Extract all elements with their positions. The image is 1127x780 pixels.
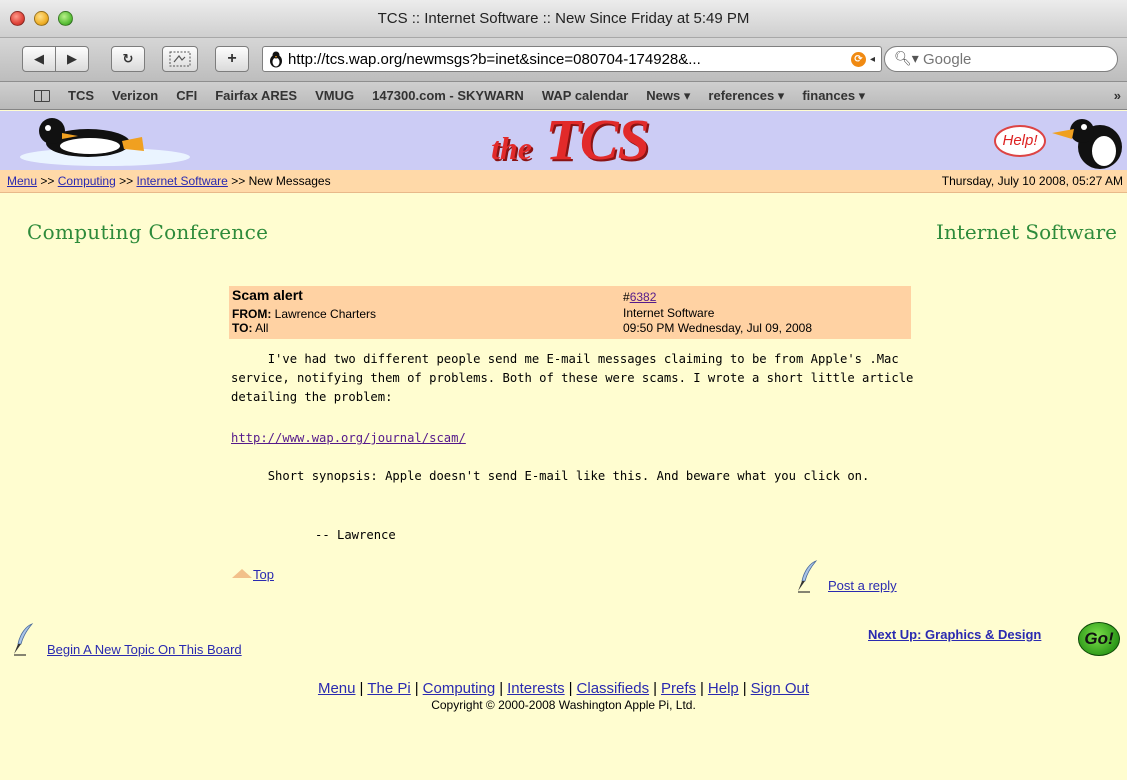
- scam-article-link[interactable]: http://www.wap.org/journal/scam/: [231, 431, 466, 445]
- breadcrumb-bar: Menu >> Computing >> Internet Software >…: [0, 170, 1127, 193]
- bookmarks-bar: TCS Verizon CFI Fairfax ARES VMUG 147300…: [0, 82, 1127, 110]
- footer-classifieds-link[interactable]: Classifieds: [577, 680, 650, 697]
- search-icon: 🔍︎▾: [894, 50, 919, 66]
- post-reply-container: Post a reply: [828, 578, 897, 593]
- breadcrumb-menu-link[interactable]: Menu: [7, 174, 37, 188]
- board-title: Internet Software: [936, 220, 1117, 244]
- penguin-favicon-icon: [270, 51, 282, 68]
- post-reply-link[interactable]: Post a reply: [828, 578, 897, 593]
- address-bar[interactable]: http://tcs.wap.org/newmsgs?b=inet&since=…: [262, 46, 882, 72]
- footer-computing-link[interactable]: Computing: [423, 680, 496, 697]
- message-from: FROM: Lawrence Charters: [232, 307, 376, 321]
- message-number: #6382: [623, 290, 657, 304]
- message-date: 09:50 PM Wednesday, Jul 09, 2008: [623, 321, 813, 335]
- footer-interests-link[interactable]: Interests: [507, 680, 565, 697]
- bookmark-vmug[interactable]: VMUG: [315, 88, 354, 103]
- message-header: Scam alert FROM: Lawrence Charters TO: A…: [229, 286, 911, 339]
- bookmark-finances-folder[interactable]: finances ▾: [802, 88, 865, 104]
- bookmark-cfi[interactable]: CFI: [176, 88, 197, 103]
- top-link[interactable]: Top: [253, 567, 274, 582]
- footer-the-pi-link[interactable]: The Pi: [367, 680, 410, 697]
- breadcrumb-current: New Messages: [248, 174, 331, 188]
- footer-nav: Menu | The Pi | Computing | Interests | Classifi…: [317, 680, 810, 697]
- quill-pen-icon: [14, 623, 34, 656]
- message-body-link: http://www.wap.org/journal/scam/: [231, 429, 466, 448]
- message-to: TO: All: [232, 321, 268, 335]
- rss-icon[interactable]: ⟳: [851, 52, 866, 67]
- footer-sign-out-link[interactable]: Sign Out: [751, 680, 809, 697]
- bookmark-skywarn[interactable]: 147300.com - SKYWARN: [372, 88, 524, 103]
- help-bubble[interactable]: Help!: [994, 125, 1046, 157]
- breadcrumb-computing-link[interactable]: Computing: [58, 174, 116, 188]
- to-label: TO:: [232, 321, 253, 335]
- up-arrow-icon: [232, 569, 252, 578]
- breadcrumb-separator: >>: [231, 174, 246, 188]
- next-up-container: Next Up: Graphics & Design: [868, 627, 1041, 642]
- sledding-penguin-logo[interactable]: [10, 115, 190, 167]
- current-datetime: Thursday, July 10 2008, 05:27 AM: [941, 174, 1123, 188]
- footer-prefs-link[interactable]: Prefs: [661, 680, 696, 697]
- breadcrumb: Menu >> Computing >> Internet Software >…: [7, 174, 331, 188]
- footer-menu-link[interactable]: Menu: [318, 680, 356, 697]
- to-value: All: [255, 321, 269, 335]
- new-topic-container: Begin A New Topic On This Board: [47, 642, 242, 657]
- copyright: Copyright © 2000-2008 Washington Apple P…: [431, 698, 696, 712]
- message-board: Internet Software: [623, 306, 715, 320]
- webclip-button[interactable]: [162, 46, 198, 72]
- message-body-paragraph: I've had two different people send me E-…: [231, 352, 921, 404]
- help-penguin[interactable]: Help!: [990, 115, 1127, 169]
- window-titlebar: TCS :: Internet Software :: New Since Fr…: [0, 0, 1127, 38]
- breadcrumb-board-link[interactable]: Internet Software: [136, 174, 227, 188]
- reload-button[interactable]: ↻: [111, 46, 145, 72]
- message-subject: Scam alert: [232, 287, 303, 303]
- next-board-link[interactable]: Next Up: Graphics & Design: [868, 627, 1041, 642]
- plus-icon: +: [227, 50, 237, 67]
- message-body-paragraph: Short synopsis: Apple doesn't send E-mai…: [231, 469, 870, 483]
- back-button[interactable]: ◀: [22, 46, 56, 72]
- penguin-mascot-icon: [1052, 119, 1122, 169]
- top-link-container: Top: [232, 567, 274, 582]
- go-button[interactable]: Go!: [1078, 622, 1120, 656]
- bookmark-wap-calendar[interactable]: WAP calendar: [542, 88, 628, 103]
- breadcrumb-separator: >>: [119, 174, 134, 188]
- add-bookmark-button[interactable]: +: [215, 46, 249, 72]
- new-topic-link[interactable]: Begin A New Topic On This Board: [47, 642, 242, 657]
- breadcrumb-separator: >>: [40, 174, 55, 188]
- address-dropdown-icon[interactable]: ◂: [870, 54, 875, 65]
- footer-help-link[interactable]: Help: [708, 680, 739, 697]
- message-signature: -- Lawrence: [315, 528, 396, 542]
- forward-arrow-icon: ▶: [67, 51, 77, 66]
- site-banner: the TCS Help!: [0, 111, 1127, 170]
- back-arrow-icon: ◀: [34, 51, 44, 66]
- bookmark-verizon[interactable]: Verizon: [112, 88, 158, 103]
- browser-toolbar: ◀ ▶ ↻ + http://tcs.wap.org/newmsgs?b=ine…: [0, 38, 1127, 82]
- open-book-icon[interactable]: [34, 89, 50, 102]
- tcs-logo[interactable]: the TCS: [470, 111, 670, 169]
- address-text: http://tcs.wap.org/newmsgs?b=inet&since=…: [288, 51, 701, 68]
- forward-button[interactable]: ▶: [55, 46, 89, 72]
- bookmark-news-folder[interactable]: News ▾: [646, 88, 690, 104]
- from-value: Lawrence Charters: [274, 307, 377, 321]
- more-bookmarks-icon[interactable]: »: [1114, 88, 1121, 103]
- search-input[interactable]: [923, 51, 1103, 68]
- bookmark-tcs[interactable]: TCS: [68, 88, 94, 103]
- quill-pen-icon: [798, 560, 818, 593]
- from-label: FROM:: [232, 307, 272, 321]
- message-number-link[interactable]: 6382: [630, 290, 657, 304]
- reload-icon: ↻: [122, 51, 134, 66]
- bookmark-references-folder[interactable]: references ▾: [708, 88, 784, 104]
- search-field[interactable]: 🔍︎▾: [884, 46, 1118, 72]
- conference-title: Computing Conference: [27, 220, 269, 244]
- webclip-icon: [169, 51, 191, 67]
- window-title: TCS :: Internet Software :: New Since Fr…: [377, 10, 750, 27]
- bookmark-fairfax-ares[interactable]: Fairfax ARES: [215, 88, 297, 103]
